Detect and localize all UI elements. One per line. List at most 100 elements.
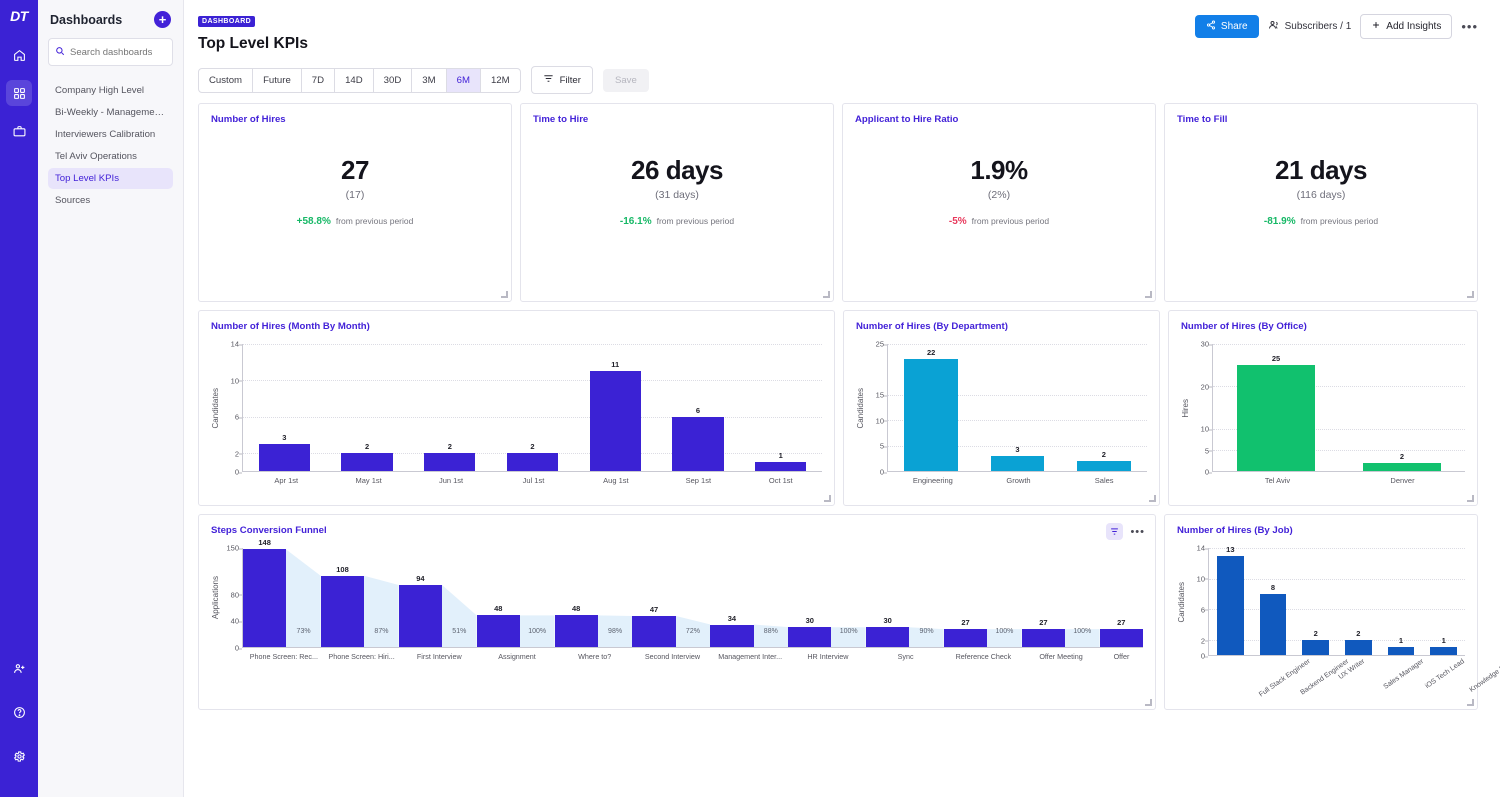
card-resize-handle[interactable]: [1467, 291, 1474, 298]
subscribers-button[interactable]: Subscribers / 1: [1268, 19, 1352, 34]
card-resize-handle[interactable]: [1145, 291, 1152, 298]
bar[interactable]: 1: [1430, 647, 1456, 655]
bar[interactable]: 1: [1388, 647, 1414, 655]
bar[interactable]: 2: [1302, 640, 1328, 655]
bar-cell[interactable]: 13: [1209, 548, 1252, 655]
range-7d[interactable]: 7D: [302, 69, 335, 92]
funnel-bar[interactable]: 148: [243, 549, 286, 647]
funnel-bar[interactable]: 27: [1100, 629, 1143, 647]
card-resize-handle[interactable]: [823, 291, 830, 298]
bar-cell[interactable]: 8: [1252, 548, 1295, 655]
chart-card-hires-by-job[interactable]: Number of Hires (By Job) Candidates 0261…: [1164, 514, 1478, 710]
funnel-filter-icon[interactable]: [1106, 523, 1123, 540]
bar-cell[interactable]: 2: [1061, 344, 1147, 471]
funnel-step[interactable]: 48: [477, 548, 520, 647]
funnel-step[interactable]: 27: [1100, 548, 1143, 647]
bar[interactable]: 2: [341, 453, 392, 471]
filter-button[interactable]: Filter: [531, 66, 593, 94]
help-icon[interactable]: [6, 699, 32, 725]
bar-cell[interactable]: 11: [574, 344, 657, 471]
funnel-step[interactable]: 27: [1022, 548, 1065, 647]
funnel-step[interactable]: 27: [944, 548, 987, 647]
funnel-step[interactable]: 48: [555, 548, 598, 647]
bar-cell[interactable]: 1: [1422, 548, 1465, 655]
bar[interactable]: 2: [424, 453, 475, 471]
funnel-step[interactable]: 30: [788, 548, 831, 647]
funnel-bar[interactable]: 94: [399, 585, 442, 647]
funnel-step[interactable]: 108: [321, 548, 364, 647]
funnel-step[interactable]: 47: [632, 548, 675, 647]
bar[interactable]: 1: [755, 462, 806, 471]
add-insights-button[interactable]: Add Insights: [1360, 14, 1452, 39]
card-resize-handle[interactable]: [824, 495, 831, 502]
bar-cell[interactable]: 3: [974, 344, 1060, 471]
funnel-bar[interactable]: 34: [710, 625, 753, 647]
range-30d[interactable]: 30D: [374, 69, 413, 92]
add-user-icon[interactable]: [6, 655, 32, 681]
bar-cell[interactable]: 1: [1380, 548, 1423, 655]
bar-cell[interactable]: 22: [888, 344, 974, 471]
kpi-card-time-to-fill[interactable]: Time to Fill 21 days (116 days) -81.9% f…: [1164, 103, 1478, 302]
sidebar-item-top-level-kpis[interactable]: Top Level KPIs: [48, 168, 173, 189]
dashboards-grid-icon[interactable]: [6, 80, 32, 106]
kpi-card-time-to-hire[interactable]: Time to Hire 26 days (31 days) -16.1% fr…: [520, 103, 834, 302]
funnel-bar[interactable]: 48: [477, 615, 520, 647]
add-dashboard-button[interactable]: +: [154, 11, 171, 28]
kpi-card-number-of-hires[interactable]: Number of Hires 27 (17) +58.8% from prev…: [198, 103, 512, 302]
range-custom[interactable]: Custom: [199, 69, 253, 92]
bar-cell[interactable]: 25: [1213, 344, 1339, 471]
funnel-bar[interactable]: 30: [788, 627, 831, 647]
more-options-button[interactable]: •••: [1461, 19, 1478, 34]
funnel-bar[interactable]: 27: [944, 629, 987, 647]
chart-card-steps-conversion-funnel[interactable]: Steps Conversion Funnel ••• Applications…: [198, 514, 1156, 710]
funnel-more-button[interactable]: •••: [1130, 526, 1145, 538]
sidebar-item-company-high-level[interactable]: Company High Level: [48, 80, 173, 101]
bar-cell[interactable]: 3: [243, 344, 326, 471]
bar[interactable]: 25: [1237, 365, 1315, 471]
bar[interactable]: 8: [1260, 594, 1286, 655]
bar[interactable]: 13: [1217, 556, 1243, 655]
bar[interactable]: 2: [1077, 461, 1131, 471]
bar[interactable]: 3: [991, 456, 1045, 471]
home-icon[interactable]: [6, 42, 32, 68]
bar[interactable]: 11: [590, 371, 641, 471]
funnel-bar[interactable]: 30: [866, 627, 909, 647]
bar[interactable]: 6: [672, 417, 723, 471]
funnel-bar[interactable]: 48: [555, 615, 598, 647]
sidebar-item-bi-weekly-management-status[interactable]: Bi-Weekly - Management Status: [48, 102, 173, 123]
bar-cell[interactable]: 6: [657, 344, 740, 471]
save-button[interactable]: Save: [603, 69, 649, 92]
funnel-bar[interactable]: 47: [632, 616, 675, 647]
sidebar-item-sources[interactable]: Sources: [48, 190, 173, 211]
bar[interactable]: 2: [1363, 463, 1441, 471]
funnel-step[interactable]: 94: [399, 548, 442, 647]
search-input[interactable]: [70, 47, 166, 58]
bar[interactable]: 22: [904, 359, 958, 471]
funnel-step[interactable]: 30: [866, 548, 909, 647]
search-dashboards-field[interactable]: [48, 38, 173, 66]
funnel-step[interactable]: 34: [710, 548, 753, 647]
card-resize-handle[interactable]: [1145, 699, 1152, 706]
chart-card-hires-month-by-month[interactable]: Number of Hires (Month By Month) Candida…: [198, 310, 835, 506]
bar[interactable]: 3: [259, 444, 310, 471]
chart-card-hires-by-office[interactable]: Number of Hires (By Office) Hires 051020…: [1168, 310, 1478, 506]
sidebar-item-tel-aviv-operations[interactable]: Tel Aviv Operations: [48, 146, 173, 167]
range-14d[interactable]: 14D: [335, 69, 374, 92]
bar-cell[interactable]: 2: [326, 344, 409, 471]
range-12m[interactable]: 12M: [481, 69, 520, 92]
card-resize-handle[interactable]: [1149, 495, 1156, 502]
bar-cell[interactable]: 2: [408, 344, 491, 471]
card-resize-handle[interactable]: [1467, 495, 1474, 502]
card-resize-handle[interactable]: [501, 291, 508, 298]
funnel-bar[interactable]: 27: [1022, 629, 1065, 647]
bar-cell[interactable]: 2: [491, 344, 574, 471]
briefcase-icon[interactable]: [6, 118, 32, 144]
range-6m[interactable]: 6M: [447, 69, 481, 92]
settings-gear-icon[interactable]: [6, 743, 32, 769]
range-3m[interactable]: 3M: [412, 69, 446, 92]
chart-card-hires-by-department[interactable]: Number of Hires (By Department) Candidat…: [843, 310, 1160, 506]
funnel-bar[interactable]: 108: [321, 576, 364, 647]
range-future[interactable]: Future: [253, 69, 302, 92]
bar-cell[interactable]: 2: [1339, 344, 1465, 471]
kpi-card-applicant-to-hire-ratio[interactable]: Applicant to Hire Ratio 1.9% (2%) -5% fr…: [842, 103, 1156, 302]
